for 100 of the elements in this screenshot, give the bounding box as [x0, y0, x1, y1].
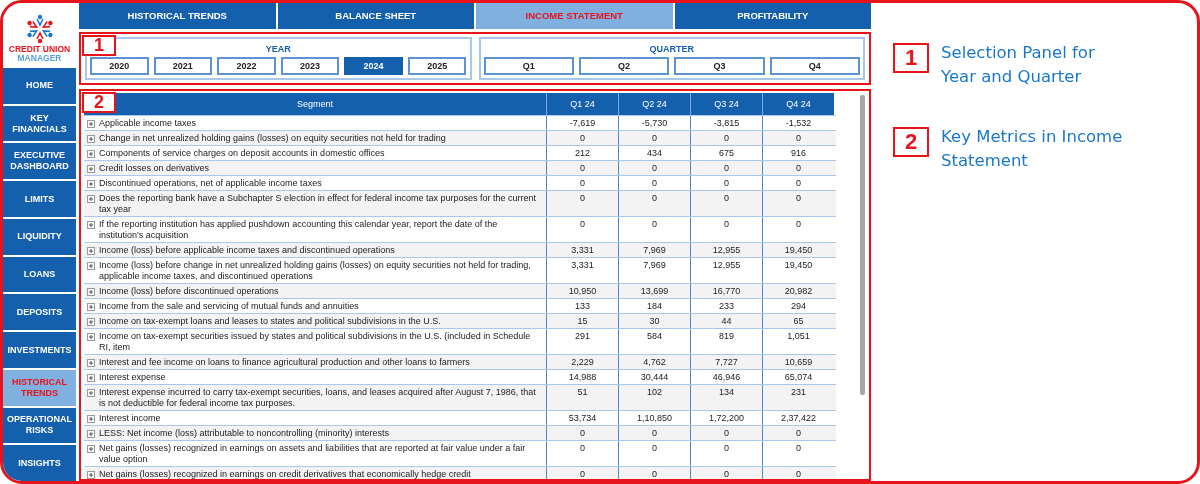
- option-button[interactable]: 2022: [217, 57, 276, 75]
- table-cell: 65: [762, 314, 834, 328]
- expand-icon[interactable]: [87, 164, 95, 173]
- table-cell: 0: [618, 441, 690, 466]
- table-cell: 1,051: [762, 329, 834, 354]
- sidebar-item[interactable]: DEPOSITS: [3, 294, 76, 331]
- table-cell: 65,074: [762, 370, 834, 384]
- sidebar-item[interactable]: INVESTMENTS: [3, 332, 76, 368]
- expand-icon[interactable]: [87, 470, 95, 479]
- table-cell: 0: [762, 176, 834, 190]
- table-cell: 7,969: [618, 243, 690, 257]
- table-cell: 0: [690, 191, 762, 216]
- column-header: Q4 24: [762, 93, 834, 115]
- sidebar-item[interactable]: LOANS: [3, 256, 76, 293]
- sidebar-item[interactable]: LIQUIDITY: [3, 218, 76, 255]
- expand-icon[interactable]: [87, 179, 95, 188]
- table-cell: 0: [762, 217, 834, 242]
- table-cell: 0: [546, 176, 618, 190]
- segment-label: Interest income: [99, 412, 161, 424]
- scrollbar[interactable]: [860, 95, 865, 395]
- number-badge: 1: [893, 43, 929, 73]
- segment-label: Income on tax-exempt securities issued by states and political subdivisions in the U.S. (included in Schedule RI, item: [99, 330, 532, 353]
- expand-icon[interactable]: [87, 388, 95, 397]
- table-cell: 0: [618, 176, 690, 190]
- table-cell: 0: [690, 467, 762, 479]
- table-cell: 0: [546, 441, 618, 466]
- sidebar-item[interactable]: KEY FINANCIALS: [3, 105, 76, 142]
- expand-icon[interactable]: [87, 444, 95, 453]
- option-button[interactable]: Q4: [769, 57, 860, 75]
- sidebar-item[interactable]: EXECUTIVE DASHBOARD: [3, 143, 76, 180]
- table-cell: 0: [762, 191, 834, 216]
- segment-label: Interest expense: [99, 371, 166, 383]
- option-button[interactable]: 2023: [280, 57, 340, 75]
- table-cell: 0: [618, 217, 690, 242]
- expand-icon[interactable]: [87, 220, 95, 229]
- tab[interactable]: HISTORICAL TRENDS: [79, 3, 276, 29]
- sidebar-item[interactable]: INSIGHTS: [3, 445, 76, 481]
- table-cell: 1,72,200: [690, 411, 762, 425]
- table-cell: 0: [762, 161, 834, 175]
- expand-icon[interactable]: [87, 246, 95, 255]
- tab[interactable]: PROFITABILITY: [674, 3, 871, 29]
- table-cell: 15: [546, 314, 618, 328]
- option-button[interactable]: Q2: [578, 57, 670, 75]
- table-cell: 0: [690, 426, 762, 440]
- logo-icon: [24, 13, 55, 45]
- table-cell: 0: [618, 131, 690, 145]
- number-badge: 2: [893, 127, 929, 157]
- expand-icon[interactable]: [87, 332, 95, 341]
- segment-label: Net gains (losses) recognized in earnings on credit derivatives that economically hedge credit: [99, 468, 471, 479]
- table-cell: 231: [762, 385, 834, 410]
- sidebar-item[interactable]: HOME: [3, 68, 76, 104]
- segment-label: Interest expense incurred to carry tax-exempt securities, loans, and leases acquired after August 7, 1986, that is not deductible for federal income tax purposes.: [99, 386, 537, 409]
- tab[interactable]: BALANCE SHEET: [277, 3, 474, 29]
- table-cell: 4,762: [618, 355, 690, 369]
- expand-icon[interactable]: [87, 287, 95, 296]
- table-cell: 916: [762, 146, 834, 160]
- expand-icon[interactable]: [87, 317, 95, 326]
- segment-label: Income (loss) before discontinued operations: [99, 285, 279, 297]
- logo-text: MANAGER: [17, 54, 62, 63]
- option-button[interactable]: 2024: [344, 57, 403, 75]
- segment-label: Income (loss) before applicable income taxes and discontinued operations: [99, 244, 395, 256]
- expand-icon[interactable]: [87, 373, 95, 382]
- logo-text: CREDIT UNION: [8, 45, 71, 54]
- option-button[interactable]: 2025: [407, 57, 467, 75]
- sidebar-item[interactable]: OPERATIONAL RISKS: [3, 407, 76, 444]
- table-cell: 0: [546, 426, 618, 440]
- table-cell: -5,730: [618, 116, 690, 130]
- table-cell: 434: [618, 146, 690, 160]
- table-cell: 19,450: [762, 243, 834, 257]
- segment-label: Income (loss) before change in net unrealized holding gains (losses) on equity securities not held for trading, applicable income taxes, and discontinued operations: [99, 259, 532, 282]
- expand-icon[interactable]: [87, 358, 95, 367]
- option-button[interactable]: Q1: [483, 57, 574, 75]
- expand-icon[interactable]: [87, 414, 95, 423]
- expand-icon[interactable]: [87, 302, 95, 311]
- option-button[interactable]: 2021: [153, 57, 213, 75]
- table-cell: -1,532: [762, 116, 834, 130]
- table-cell: 10,950: [546, 284, 618, 298]
- table-cell: 133: [546, 299, 618, 313]
- table-cell: 819: [690, 329, 762, 354]
- table-cell: 12,955: [690, 258, 762, 283]
- sidebar-item[interactable]: LIMITS: [3, 181, 76, 217]
- option-button[interactable]: Q3: [674, 57, 765, 75]
- table-cell: 0: [546, 217, 618, 242]
- table-cell: 184: [618, 299, 690, 313]
- table-cell: 19,450: [762, 258, 834, 283]
- table-cell: 10,659: [762, 355, 834, 369]
- table-cell: 134: [690, 385, 762, 410]
- expand-icon[interactable]: [87, 149, 95, 158]
- expand-icon[interactable]: [87, 134, 95, 143]
- segment-label: Change in net unrealized holding gains (losses) on equity securities not held for trading: [99, 132, 446, 144]
- table-cell: 584: [618, 329, 690, 354]
- option-button[interactable]: 2020: [90, 57, 149, 75]
- table-cell: 0: [762, 467, 834, 479]
- table-cell: 0: [618, 161, 690, 175]
- table-cell: 12,955: [690, 243, 762, 257]
- expand-icon[interactable]: [87, 429, 95, 438]
- expand-icon[interactable]: [87, 119, 95, 128]
- expand-icon[interactable]: [87, 261, 95, 270]
- expand-icon[interactable]: [87, 194, 95, 203]
- table-cell: 294: [762, 299, 834, 313]
